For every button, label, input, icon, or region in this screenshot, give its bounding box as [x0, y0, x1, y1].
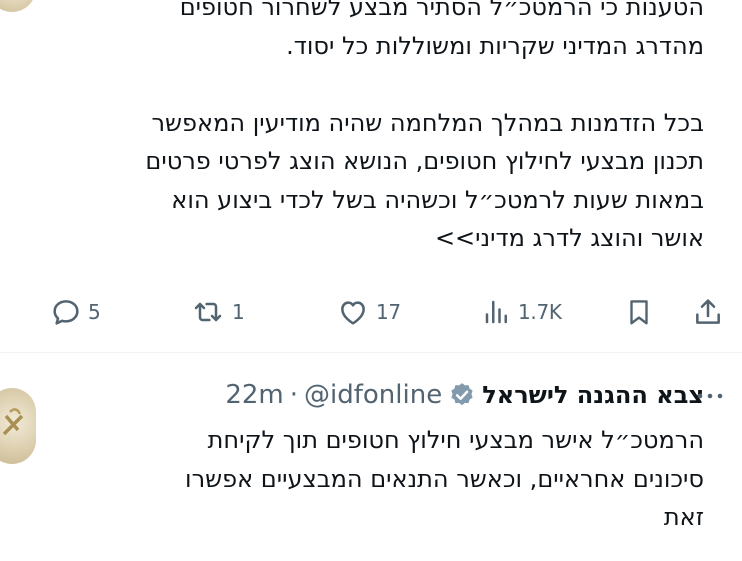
repost-count: 1 — [232, 300, 245, 324]
reply-icon — [53, 300, 79, 325]
views-count: 1.7K — [518, 300, 562, 324]
tweet-text: הטענות כי הרמטכ״ל הסתיר מבצע לשחרור חטופ… — [145, 0, 704, 252]
like-count: 17 — [376, 300, 401, 324]
more-icon[interactable] — [694, 384, 726, 408]
tweet-header: צבא ההגנה לישראל @idfonline · 22m — [225, 372, 704, 418]
share-button[interactable] — [692, 290, 724, 334]
bookmark-icon — [630, 300, 648, 325]
like-button[interactable]: 17 — [336, 290, 401, 334]
bookmark-button[interactable] — [624, 290, 654, 334]
tweet-text: הרמטכ״ל אישר מבצעי חילוץ חטופים תוך לקיח… — [185, 426, 704, 531]
like-icon — [341, 301, 365, 325]
repost-button[interactable]: 1 — [190, 290, 245, 334]
user-handle[interactable]: @idfonline — [304, 380, 442, 410]
reply-button[interactable]: 5 — [50, 290, 101, 334]
views-button[interactable]: 1.7K — [482, 290, 562, 334]
display-name[interactable]: צבא ההגנה לישראל — [482, 381, 704, 409]
views-icon — [485, 300, 507, 324]
reply-count: 5 — [88, 300, 101, 324]
tweet-actions: 5 1 17 1.7K — [0, 290, 742, 334]
timestamp[interactable]: 22m — [225, 380, 283, 410]
verified-badge-icon — [451, 383, 473, 406]
repost-icon — [194, 302, 222, 322]
divider — [0, 352, 742, 353]
separator-dot: · — [289, 380, 299, 410]
share-icon — [696, 299, 720, 324]
